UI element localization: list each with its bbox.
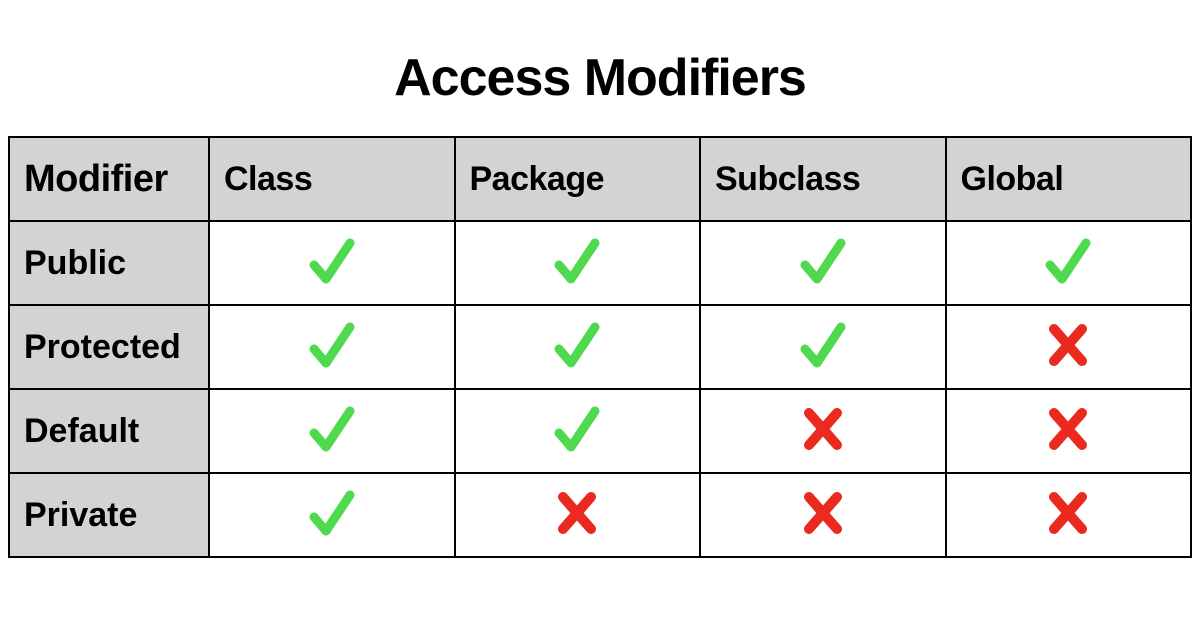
col-header-package: Package <box>455 137 701 221</box>
cell-private-package <box>455 473 701 557</box>
cell-public-package <box>455 221 701 305</box>
cross-icon <box>799 487 847 539</box>
check-icon <box>553 403 601 455</box>
cross-icon <box>1044 319 1092 371</box>
row-label-private: Private <box>9 473 209 557</box>
col-header-class: Class <box>209 137 455 221</box>
row-label-protected: Protected <box>9 305 209 389</box>
cell-private-class <box>209 473 455 557</box>
check-icon <box>553 235 601 287</box>
row-label-public: Public <box>9 221 209 305</box>
page-title: Access Modifiers <box>0 48 1200 108</box>
table-row: Protected <box>9 305 1191 389</box>
row-label-default: Default <box>9 389 209 473</box>
col-header-modifier: Modifier <box>9 137 209 221</box>
check-icon <box>799 319 847 371</box>
cross-icon <box>553 487 601 539</box>
cell-protected-global <box>946 305 1192 389</box>
cell-private-global <box>946 473 1192 557</box>
cell-protected-subclass <box>700 305 946 389</box>
check-icon <box>799 235 847 287</box>
cell-public-class <box>209 221 455 305</box>
cell-default-subclass <box>700 389 946 473</box>
check-icon <box>308 487 356 539</box>
cell-protected-package <box>455 305 701 389</box>
table-header-row: Modifier Class Package Subclass Global <box>9 137 1191 221</box>
table-row: Default <box>9 389 1191 473</box>
col-header-subclass: Subclass <box>700 137 946 221</box>
cell-default-class <box>209 389 455 473</box>
check-icon <box>553 319 601 371</box>
table-body: Public Protected Default P <box>9 221 1191 557</box>
cell-protected-class <box>209 305 455 389</box>
cell-default-global <box>946 389 1192 473</box>
cell-default-package <box>455 389 701 473</box>
table-container: Modifier Class Package Subclass Global P… <box>0 136 1200 558</box>
table-row: Private <box>9 473 1191 557</box>
cell-private-subclass <box>700 473 946 557</box>
access-modifiers-table: Modifier Class Package Subclass Global P… <box>8 136 1192 558</box>
cross-icon <box>799 403 847 455</box>
cell-public-subclass <box>700 221 946 305</box>
check-icon <box>308 235 356 287</box>
table-row: Public <box>9 221 1191 305</box>
check-icon <box>308 319 356 371</box>
cross-icon <box>1044 487 1092 539</box>
cross-icon <box>1044 403 1092 455</box>
col-header-global: Global <box>946 137 1192 221</box>
cell-public-global <box>946 221 1192 305</box>
check-icon <box>1044 235 1092 287</box>
check-icon <box>308 403 356 455</box>
